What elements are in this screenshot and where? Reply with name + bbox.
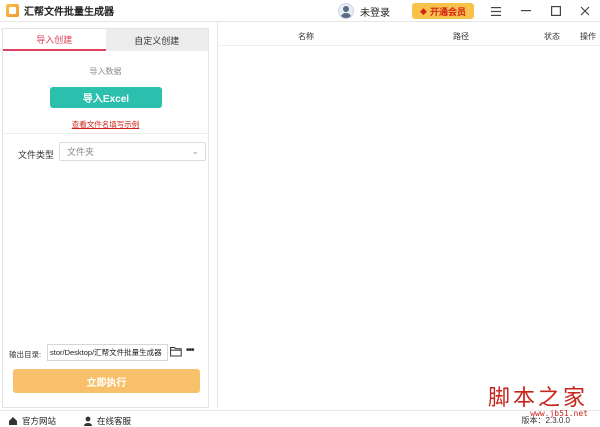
chevron-down-icon: ⌄ xyxy=(191,146,199,156)
run-now-button[interactable]: 立即执行 xyxy=(13,369,200,393)
create-mode-tabs: 导入创建 自定义创建 xyxy=(3,29,208,51)
folder-open-icon[interactable] xyxy=(170,346,182,358)
divider xyxy=(3,133,208,134)
minimize-icon[interactable] xyxy=(518,3,534,19)
left-panel: 导入创建 自定义创建 导入数据 导入Excel 查看文件名填写示例 文件类型 文… xyxy=(2,28,209,408)
view-example-link[interactable]: 查看文件名填写示例 xyxy=(3,119,208,130)
online-service-label: 在线客服 xyxy=(97,416,132,426)
home-icon xyxy=(9,417,17,425)
file-type-value: 文件夹 xyxy=(67,147,95,157)
watermark-text: 脚本之家 xyxy=(487,386,588,411)
app-title: 汇帮文件批量生成器 xyxy=(24,7,114,18)
table-header: 名称 路径 状态 操作 xyxy=(218,22,600,46)
watermark: 脚本之家 www.jb51.net xyxy=(488,380,588,418)
open-vip-label: 开通会员 xyxy=(429,6,466,17)
close-icon[interactable] xyxy=(577,3,593,19)
diamond-icon: ◆ xyxy=(420,5,427,16)
column-header-actions: 操作 xyxy=(580,32,596,41)
column-header-status: 状态 xyxy=(544,32,560,41)
more-options-icon[interactable]: ••• xyxy=(186,345,194,356)
hamburger-menu-icon[interactable] xyxy=(488,3,504,19)
output-dir-field[interactable]: stor/Desktop/汇帮文件批量生成器 xyxy=(47,344,168,361)
maximize-icon[interactable] xyxy=(548,3,564,19)
output-dir-label: 输出目录: xyxy=(9,350,42,359)
user-avatar-icon[interactable] xyxy=(338,3,354,19)
user-login-area[interactable]: 未登录 xyxy=(338,3,390,19)
import-excel-button[interactable]: 导入Excel xyxy=(50,87,162,108)
file-type-select[interactable]: 文件夹 ⌄ xyxy=(59,142,206,161)
title-bar: 汇帮文件批量生成器 未登录 ◆ 开通会员 xyxy=(0,0,600,22)
app-logo-icon xyxy=(6,4,19,17)
official-website-link[interactable]: 官方网站 xyxy=(8,415,56,427)
official-website-label: 官方网站 xyxy=(22,416,57,426)
headset-icon xyxy=(84,416,92,426)
file-type-label: 文件类型 xyxy=(18,150,55,160)
login-status-text[interactable]: 未登录 xyxy=(360,4,390,19)
open-vip-button[interactable]: ◆ 开通会员 xyxy=(412,3,474,19)
online-service-link[interactable]: 在线客服 xyxy=(83,415,131,427)
column-header-name: 名称 xyxy=(298,32,314,41)
tab-custom-create[interactable]: 自定义创建 xyxy=(105,29,208,51)
tab-import-create[interactable]: 导入创建 xyxy=(3,29,106,51)
file-table: 名称 路径 状态 操作 xyxy=(217,22,600,408)
column-header-path: 路径 xyxy=(453,32,469,41)
import-data-label: 导入数据 xyxy=(89,67,122,76)
